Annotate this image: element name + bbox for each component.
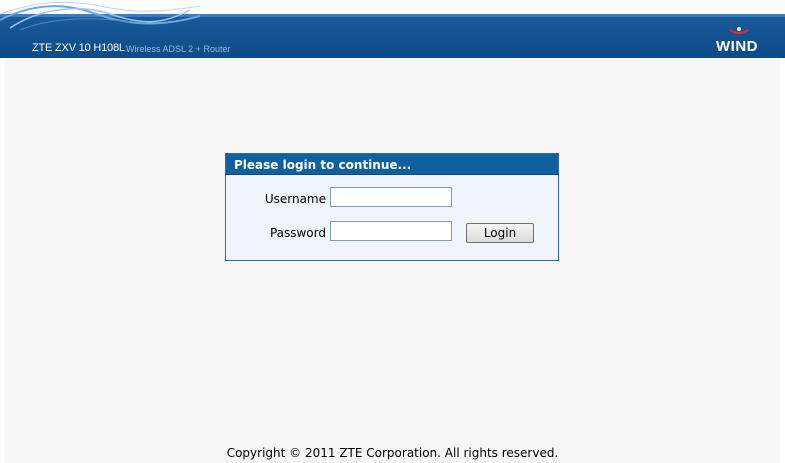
login-panel-title: Please login to continue... xyxy=(226,154,558,175)
page: ZTE ZXV 10 H108L Wireless ADSL 2 + Route… xyxy=(0,0,785,463)
login-title-text: Please login to continue... xyxy=(234,158,412,172)
product-name: ZTE ZXV 10 H108L xyxy=(32,42,125,54)
wind-logo-mark-icon xyxy=(729,27,749,34)
password-input[interactable] xyxy=(330,221,452,241)
main-content: Please login to continue... Username Pas… xyxy=(5,58,780,463)
username-input[interactable] xyxy=(330,187,452,207)
password-label: Password xyxy=(269,226,326,240)
login-button[interactable]: Login xyxy=(466,223,534,243)
brand-logo: WIND xyxy=(716,38,758,55)
product-description: Wireless ADSL 2 + Router xyxy=(126,44,231,54)
login-panel: Please login to continue... Username Pas… xyxy=(225,153,559,261)
header-banner: ZTE ZXV 10 H108L Wireless ADSL 2 + Route… xyxy=(0,0,785,58)
copyright-text: Copyright © 2011 ZTE Corporation. All ri… xyxy=(226,446,559,460)
username-label: Username xyxy=(264,192,326,206)
